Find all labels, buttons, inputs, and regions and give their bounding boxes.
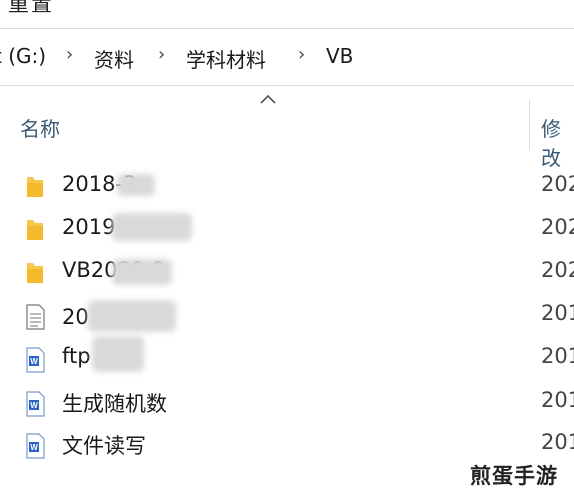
chevron-right-icon: › bbox=[298, 44, 306, 65]
watermark: 煎蛋手游 bbox=[470, 464, 558, 488]
redaction-blur bbox=[112, 259, 172, 285]
folder-icon bbox=[27, 263, 43, 283]
breadcrumb-drive[interactable]: t (G:) bbox=[0, 44, 46, 68]
file-name: 生成随机数 bbox=[62, 392, 167, 416]
file-date: 202 bbox=[541, 258, 574, 282]
list-item[interactable]: 2019 202 bbox=[0, 211, 574, 251]
word-document-icon: W bbox=[26, 347, 45, 373]
redaction-blur bbox=[112, 213, 192, 241]
file-date: 202 bbox=[541, 172, 574, 196]
file-name: ftp bbox=[62, 344, 91, 368]
list-item[interactable]: W ftp 201 bbox=[0, 340, 574, 380]
redaction-blur bbox=[117, 174, 155, 196]
file-name: 文件读写 bbox=[62, 434, 146, 458]
svg-text:W: W bbox=[30, 443, 38, 452]
file-name: 2019 bbox=[62, 215, 116, 239]
address-bar-border bbox=[0, 28, 574, 86]
chevron-right-icon: › bbox=[66, 44, 74, 65]
list-item[interactable]: 20 密码 201 bbox=[0, 297, 574, 337]
breadcrumb-xueke[interactable]: 学科材料 bbox=[186, 44, 266, 73]
column-header-modified[interactable]: 修改 bbox=[541, 113, 574, 171]
sort-ascending-icon[interactable] bbox=[258, 92, 278, 106]
file-date: 201 bbox=[541, 430, 574, 454]
text-file-icon bbox=[26, 304, 45, 330]
list-item[interactable]: W 生成随机数 201 bbox=[0, 384, 574, 424]
list-item[interactable]: VB2020-8 202 bbox=[0, 254, 574, 294]
folder-icon bbox=[27, 220, 43, 240]
list-item[interactable]: 2018-3 202 bbox=[0, 168, 574, 208]
breadcrumb-ziliao[interactable]: 资料 bbox=[94, 44, 134, 73]
word-document-icon: W bbox=[26, 391, 45, 417]
column-divider[interactable] bbox=[529, 100, 530, 150]
file-date: 201 bbox=[541, 301, 574, 325]
redaction-blur bbox=[92, 336, 144, 372]
chevron-right-icon: › bbox=[158, 44, 166, 65]
top-cut-text: 重置 bbox=[8, 0, 54, 16]
svg-text:W: W bbox=[30, 357, 38, 366]
file-date: 202 bbox=[541, 215, 574, 239]
address-bar[interactable] bbox=[0, 28, 574, 86]
top-strip: 重置 bbox=[0, 0, 574, 20]
file-date: 201 bbox=[541, 344, 574, 368]
folder-icon bbox=[27, 177, 43, 197]
file-date: 201 bbox=[541, 388, 574, 412]
word-document-icon: W bbox=[26, 433, 45, 459]
column-header-name[interactable]: 名称 bbox=[20, 113, 60, 142]
redaction-blur bbox=[88, 300, 176, 332]
svg-text:W: W bbox=[30, 401, 38, 410]
breadcrumb-vb[interactable]: VB bbox=[326, 44, 353, 68]
